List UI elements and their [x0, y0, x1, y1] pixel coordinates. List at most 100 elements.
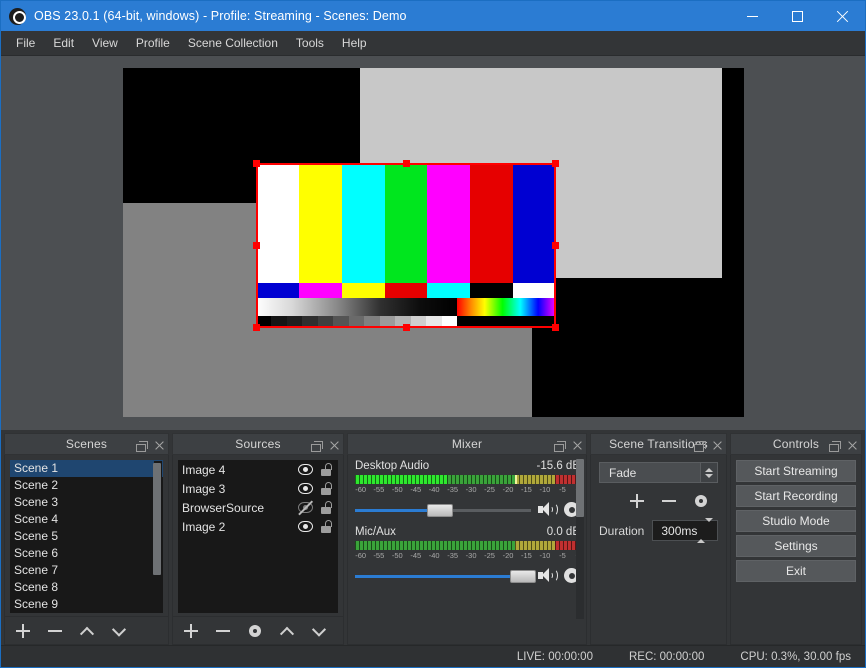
- plus-icon: [16, 624, 30, 638]
- speaker-icon[interactable]: [538, 502, 556, 517]
- mixer-scrollbar[interactable]: [576, 459, 584, 619]
- remove-scene-button[interactable]: [45, 621, 64, 640]
- float-icon[interactable]: [832, 441, 841, 449]
- volume-slider[interactable]: [355, 503, 531, 517]
- add-scene-button[interactable]: [13, 621, 32, 640]
- sources-dock-title: Sources: [235, 437, 280, 451]
- list-item[interactable]: Scene 8: [10, 579, 163, 596]
- menu-item-scene-collection[interactable]: Scene Collection: [179, 32, 287, 54]
- volume-slider[interactable]: [355, 569, 531, 583]
- close-icon[interactable]: [330, 441, 339, 450]
- grayscale-gradient: [256, 298, 457, 315]
- list-item[interactable]: Scene 9: [10, 596, 163, 613]
- menu-item-profile[interactable]: Profile: [127, 32, 179, 54]
- slider-knob[interactable]: [510, 570, 536, 583]
- scrollbar-thumb[interactable]: [576, 459, 584, 517]
- float-icon[interactable]: [314, 441, 323, 449]
- transition-spinner[interactable]: [700, 463, 717, 482]
- list-item[interactable]: Scene 7: [10, 562, 163, 579]
- remove-source-button[interactable]: [213, 621, 232, 640]
- list-item[interactable]: BrowserSource: [178, 498, 338, 517]
- sources-dock: Sources Image 4 Image 3: [172, 433, 344, 645]
- move-source-up-button[interactable]: [277, 621, 296, 640]
- start-recording-button[interactable]: Start Recording: [736, 485, 856, 507]
- chevron-down-icon: [311, 622, 325, 636]
- close-icon[interactable]: [848, 441, 857, 450]
- unlock-icon[interactable]: [321, 463, 332, 476]
- close-icon: [836, 10, 849, 23]
- add-transition-button[interactable]: [627, 491, 646, 510]
- remove-transition-button[interactable]: [659, 491, 678, 510]
- mixer-dock-title-bar: Mixer: [347, 433, 587, 455]
- close-icon[interactable]: [573, 441, 582, 450]
- menu-item-file[interactable]: File: [7, 32, 44, 54]
- maximize-icon: [792, 11, 803, 22]
- list-item[interactable]: Scene 2: [10, 477, 163, 494]
- chevron-up-icon: [79, 626, 93, 640]
- eye-icon[interactable]: [298, 483, 313, 494]
- source-properties-button[interactable]: [245, 621, 264, 640]
- eye-icon[interactable]: [298, 464, 313, 475]
- unlock-icon[interactable]: [321, 520, 332, 533]
- menu-item-view[interactable]: View: [83, 32, 127, 54]
- float-icon[interactable]: [139, 441, 148, 449]
- close-icon[interactable]: [155, 441, 164, 450]
- scrollbar-thumb[interactable]: [153, 463, 161, 575]
- black-filler: [457, 316, 556, 328]
- speaker-icon[interactable]: [538, 568, 556, 583]
- menu-item-tools[interactable]: Tools: [287, 32, 333, 54]
- scenes-toolbar: [5, 616, 168, 644]
- exit-button[interactable]: Exit: [736, 560, 856, 582]
- move-source-down-button[interactable]: [309, 621, 328, 640]
- move-scene-up-button[interactable]: [77, 621, 96, 640]
- controls-dock-title: Controls: [773, 437, 819, 451]
- menu-item-edit[interactable]: Edit: [44, 32, 83, 54]
- status-live: LIVE: 00:00:00: [517, 651, 593, 663]
- list-item[interactable]: Scene 3: [10, 494, 163, 511]
- dock-row: Scenes Scene 1 Scene 2 Scene 3 Scene 4 S…: [1, 430, 865, 645]
- studio-mode-button[interactable]: Studio Mode: [736, 510, 856, 532]
- list-item[interactable]: Image 4: [178, 460, 338, 479]
- list-item[interactable]: Scene 6: [10, 545, 163, 562]
- close-button[interactable]: [820, 1, 865, 31]
- color-bars-top-row: [256, 163, 556, 283]
- source-name: Image 2: [182, 520, 298, 534]
- menu-item-help[interactable]: Help: [333, 32, 376, 54]
- list-item[interactable]: Scene 1: [10, 460, 163, 477]
- minimize-button[interactable]: [730, 1, 775, 31]
- transition-select[interactable]: Fade: [599, 462, 718, 483]
- close-icon[interactable]: [713, 441, 722, 450]
- start-streaming-button[interactable]: Start Streaming: [736, 460, 856, 482]
- chevron-down-icon: [111, 622, 125, 636]
- gear-icon: [694, 494, 708, 508]
- eye-icon[interactable]: [298, 521, 313, 532]
- scenes-list[interactable]: Scene 1 Scene 2 Scene 3 Scene 4 Scene 5 …: [10, 460, 163, 613]
- float-icon[interactable]: [557, 441, 566, 449]
- duration-spinner[interactable]: [697, 522, 713, 540]
- maximize-button[interactable]: [775, 1, 820, 31]
- eye-off-icon[interactable]: [298, 502, 313, 513]
- scenes-scrollbar[interactable]: [154, 461, 162, 612]
- unlock-icon[interactable]: [321, 482, 332, 495]
- list-item[interactable]: Image 2: [178, 517, 338, 536]
- transition-properties-button[interactable]: [691, 491, 710, 510]
- list-item[interactable]: Scene 5: [10, 528, 163, 545]
- transition-buttons: [599, 491, 718, 510]
- slider-knob[interactable]: [427, 504, 453, 517]
- grayscale-steps: [256, 316, 457, 328]
- meter-scale: -60 -55 -50 -45 -40 -35 -30 -25 -20 -15 …: [355, 485, 580, 496]
- add-source-button[interactable]: [181, 621, 200, 640]
- float-icon[interactable]: [697, 441, 706, 449]
- unlock-icon[interactable]: [321, 501, 332, 514]
- list-item[interactable]: Image 3: [178, 479, 338, 498]
- move-scene-down-button[interactable]: [109, 621, 128, 640]
- preview-area[interactable]: [1, 56, 865, 430]
- list-item[interactable]: Scene 4: [10, 511, 163, 528]
- duration-value: 300ms: [661, 524, 697, 538]
- preview-canvas[interactable]: [123, 68, 744, 417]
- chevron-up-icon: [279, 626, 293, 640]
- settings-button[interactable]: Settings: [736, 535, 856, 557]
- duration-input[interactable]: 300ms: [652, 520, 718, 541]
- sources-list[interactable]: Image 4 Image 3 Brow: [178, 460, 338, 613]
- color-bars-source[interactable]: [256, 163, 556, 328]
